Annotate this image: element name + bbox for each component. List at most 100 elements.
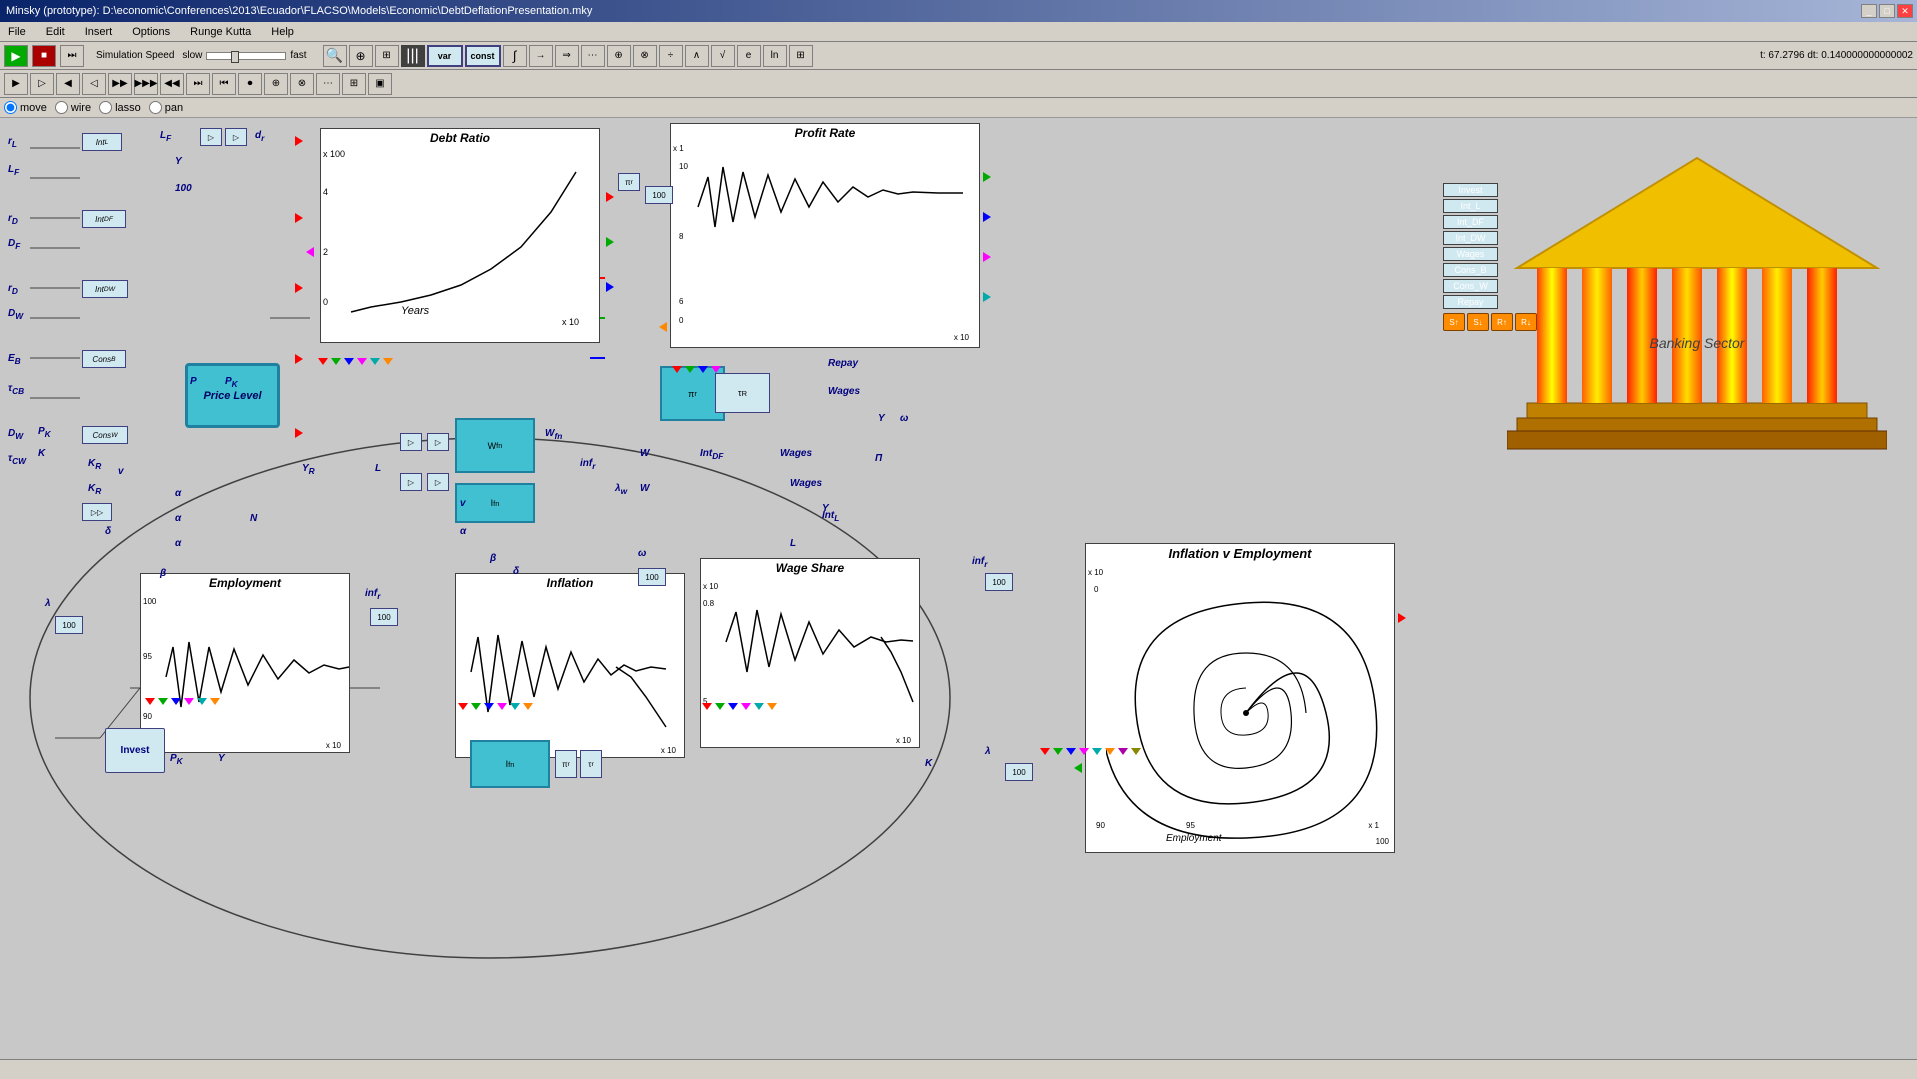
var-Wages-top[interactable]: Wages	[828, 386, 860, 397]
var-alpha-1[interactable]: α	[175, 488, 181, 499]
op-button-8[interactable]: √	[711, 45, 735, 67]
minimize-button[interactable]: _	[1861, 4, 1877, 18]
misc-btn3[interactable]: ⋯	[316, 73, 340, 95]
hundred-block-omega[interactable]: 100	[638, 568, 666, 586]
int-block-L[interactable]: IntL	[82, 133, 122, 151]
op-small-4[interactable]: ▷	[427, 473, 449, 491]
tau-R-block[interactable]: τR	[715, 373, 770, 413]
var-omega-2[interactable]: ω	[638, 548, 646, 559]
op-button-2[interactable]: ⇒	[555, 45, 579, 67]
ffwd-btn[interactable]: ▶▶	[108, 73, 132, 95]
var-beta[interactable]: β	[160, 568, 166, 579]
var-infr-2[interactable]: infr	[365, 588, 380, 601]
pi-r-block-1[interactable]: πr	[618, 173, 640, 191]
stop-button[interactable]: ■	[32, 45, 56, 67]
legend-int-df[interactable]: Int_DF	[1443, 215, 1498, 229]
op-button-4[interactable]: ⊕	[607, 45, 631, 67]
var-dr[interactable]: dr	[255, 130, 264, 143]
var-P[interactable]: P	[190, 376, 197, 387]
var-Y-right[interactable]: Y	[822, 503, 829, 514]
op-button-1[interactable]: →	[529, 45, 553, 67]
var-DW[interactable]: DW	[8, 308, 23, 321]
var-Y-R[interactable]: YR	[302, 463, 315, 476]
menu-options[interactable]: Options	[128, 24, 174, 40]
mode-move-radio[interactable]	[4, 101, 17, 114]
mode-lasso[interactable]: lasso	[99, 101, 141, 114]
legend-cons-w[interactable]: Cons_W	[1443, 279, 1498, 293]
var-beta-2[interactable]: β	[490, 553, 496, 564]
mode-lasso-radio[interactable]	[99, 101, 112, 114]
ifn-block[interactable]: Ifn	[455, 483, 535, 523]
var-rD-1[interactable]: rD	[8, 213, 18, 226]
menu-help[interactable]: Help	[267, 24, 298, 40]
var-Y-top-right[interactable]: Y	[878, 413, 885, 424]
step-fwd-btn[interactable]: ⏭	[186, 73, 210, 95]
var-Wages-1[interactable]: Wages	[780, 448, 812, 459]
hundred-block-inf[interactable]: 100	[370, 608, 398, 626]
wfn-block[interactable]: Wfn	[455, 418, 535, 473]
op-button-5[interactable]: ⊗	[633, 45, 657, 67]
hundred-block-bottom[interactable]: 100	[1005, 763, 1033, 781]
op-small-2[interactable]: ▷	[427, 433, 449, 451]
play-slow-btn[interactable]: ▷	[30, 73, 54, 95]
var-Repay-1[interactable]: Repay	[828, 358, 858, 369]
rewind-slow-btn[interactable]: ◁	[82, 73, 106, 95]
mode-wire-radio[interactable]	[55, 101, 68, 114]
menu-insert[interactable]: Insert	[81, 24, 117, 40]
zoom-out-button[interactable]: 🔍	[323, 45, 347, 67]
var-alpha-ifn[interactable]: α	[460, 526, 466, 537]
op-button-9[interactable]: e	[737, 45, 761, 67]
op-button-11[interactable]: ⊞	[789, 45, 813, 67]
close-button[interactable]: ✕	[1897, 4, 1913, 18]
var-KR-1[interactable]: KR	[88, 458, 101, 471]
var-W-2[interactable]: W	[640, 483, 649, 494]
op-small-3[interactable]: ▷	[400, 473, 422, 491]
var-LF-mid[interactable]: LF	[160, 130, 171, 143]
legend-btn-2[interactable]: S↓	[1467, 313, 1489, 331]
zoom-fit-button[interactable]: ⊞	[375, 45, 399, 67]
legend-cons-b[interactable]: Cons_B	[1443, 263, 1498, 277]
ffwd2-btn[interactable]: ▶▶▶	[134, 73, 158, 95]
speed-slider[interactable]	[206, 52, 286, 60]
back2-btn[interactable]: ◀◀	[160, 73, 184, 95]
hundred-block-right[interactable]: 100	[985, 573, 1013, 591]
mode-move[interactable]: move	[4, 101, 47, 114]
rewind-btn[interactable]: ◀	[56, 73, 80, 95]
op-small-1[interactable]: ▷	[400, 433, 422, 451]
var-delta-2[interactable]: δ	[513, 566, 519, 577]
var-Y-mid[interactable]: Y	[175, 156, 182, 167]
const-button[interactable]: const	[465, 45, 501, 67]
arrow-block-1[interactable]: ▷	[200, 128, 222, 146]
price-level-block[interactable]: Price Level	[185, 363, 280, 428]
maximize-button[interactable]: □	[1879, 4, 1895, 18]
op-button-7[interactable]: ∧	[685, 45, 709, 67]
legend-invest[interactable]: Invest	[1443, 183, 1498, 197]
var-lambda-emp[interactable]: λ	[45, 598, 51, 609]
var-L[interactable]: L	[375, 463, 381, 474]
legend-btn-4[interactable]: R↓	[1515, 313, 1537, 331]
int-block-DW[interactable]: IntDW	[82, 280, 128, 298]
var-PK-2[interactable]: PK	[38, 426, 51, 439]
var-infr-1[interactable]: infr	[580, 458, 595, 471]
arrow-block-mid[interactable]: ▷▷	[82, 503, 112, 521]
var-omega-1[interactable]: ω	[900, 413, 908, 424]
step-button[interactable]: ⏭	[60, 45, 84, 67]
var-rD-2[interactable]: rD	[8, 283, 18, 296]
var-L-2[interactable]: L	[790, 538, 796, 549]
var-K-1[interactable]: K	[38, 448, 45, 459]
var-tCW[interactable]: τCW	[8, 453, 26, 466]
var-W-1[interactable]: W	[640, 448, 649, 459]
op-button-10[interactable]: ln	[763, 45, 787, 67]
var-KR-2[interactable]: KR	[88, 483, 101, 496]
hundred-block-1[interactable]: 100	[645, 186, 673, 204]
misc-btn4[interactable]: ⊞	[342, 73, 366, 95]
var-alpha-3[interactable]: α	[175, 538, 181, 549]
legend-int-l[interactable]: Int_L	[1443, 199, 1498, 213]
misc-btn1[interactable]: ⊕	[264, 73, 288, 95]
var-alpha-2[interactable]: α	[175, 513, 181, 524]
legend-btn-1[interactable]: S↑	[1443, 313, 1465, 331]
var-v-2[interactable]: v	[460, 498, 466, 509]
var-button[interactable]: var	[427, 45, 463, 67]
play-button[interactable]: ▶	[4, 45, 28, 67]
misc-btn5[interactable]: ▣	[368, 73, 392, 95]
